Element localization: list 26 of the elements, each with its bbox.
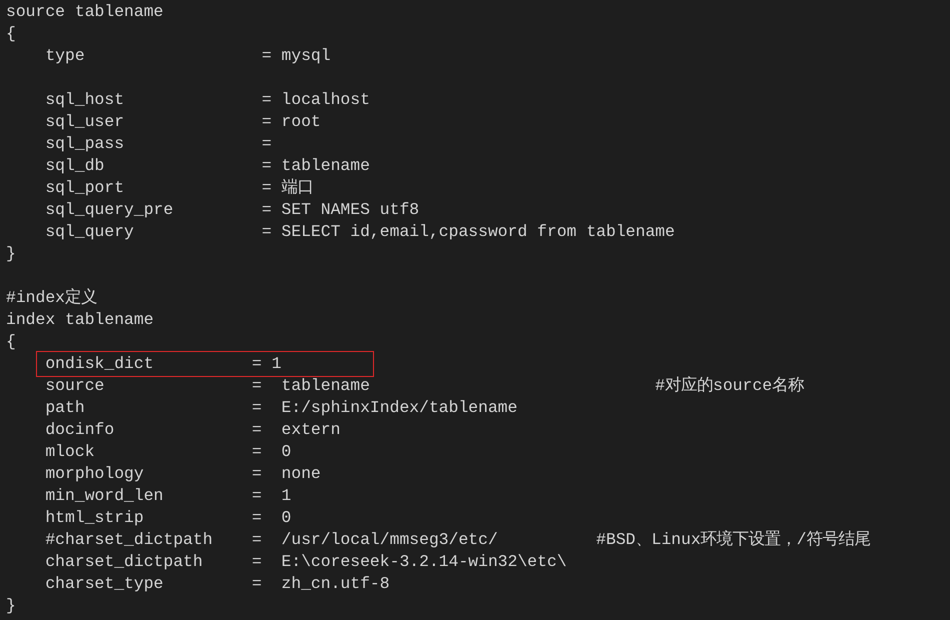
- code-line: sql_host = localhost: [44, 90, 370, 109]
- code-line: charset_dictpath = E:\coreseek-3.2.14-win32\etc\: [44, 552, 567, 571]
- code-line: {: [6, 332, 16, 351]
- code-line: sql_pass =: [44, 134, 272, 153]
- code-line: source tablename: [6, 2, 164, 21]
- code-line: type = mysql: [44, 46, 331, 65]
- code-line: #charset_dictpath = /usr/local/mmseg3/etc/ #BSD、Linux环境下设置，/符号结尾: [44, 530, 871, 549]
- code-line: html_strip = 0: [44, 508, 292, 527]
- code-line: {: [6, 24, 16, 43]
- code-line: morphology = none: [44, 464, 321, 483]
- code-line: ondisk_dict = 1: [44, 354, 282, 373]
- code-line: sql_user = root: [44, 112, 321, 131]
- code-line: }: [6, 244, 16, 263]
- code-line: sql_query = SELECT id,email,cpassword from tablename: [44, 222, 675, 241]
- code-line: charset_type = zh_cn.utf-8: [44, 574, 390, 593]
- code-line: path = E:/sphinxIndex/tablename: [44, 398, 518, 417]
- code-line: docinfo = extern: [44, 420, 340, 439]
- code-line: }: [6, 596, 16, 615]
- code-line: index tablename: [6, 310, 154, 329]
- code-line: source = tablename #对应的source名称: [44, 376, 804, 395]
- code-line: sql_query_pre = SET NAMES utf8: [44, 200, 420, 219]
- code-line: min_word_len = 1: [44, 486, 292, 505]
- code-line: sql_port = 端口: [44, 178, 314, 197]
- code-line: #index定义: [6, 288, 98, 307]
- code-line: mlock = 0: [44, 442, 292, 461]
- code-line: sql_db = tablename: [44, 156, 370, 175]
